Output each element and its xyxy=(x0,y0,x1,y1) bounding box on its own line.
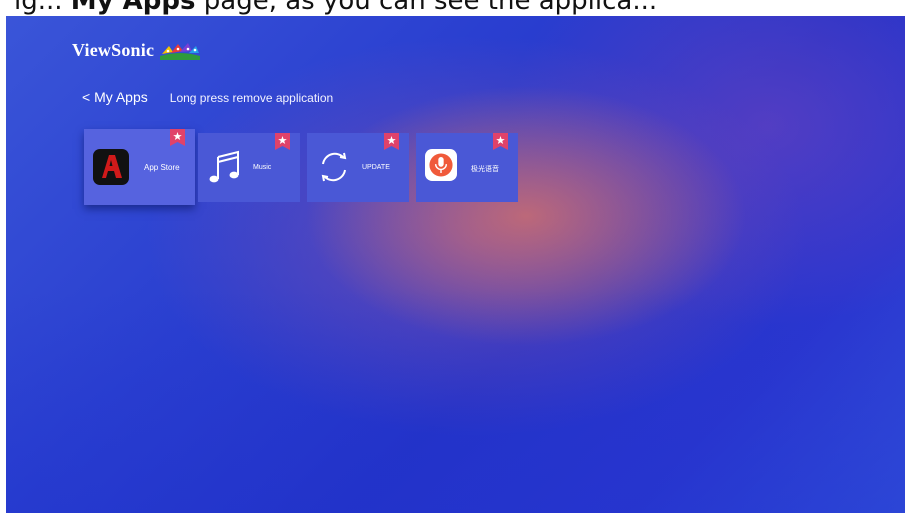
voice-mic-icon xyxy=(425,149,457,181)
music-note-icon xyxy=(209,150,239,183)
caption-after: page, as you can see the applica... xyxy=(195,0,658,16)
favorite-badge-icon xyxy=(384,133,399,150)
header-row: < My Apps Long press remove application xyxy=(82,89,333,105)
remove-hint-text: Long press remove application xyxy=(169,91,334,105)
app-label: Music xyxy=(253,164,272,171)
back-to-my-apps-link[interactable]: < My Apps xyxy=(82,89,148,105)
favorite-badge-icon xyxy=(493,133,508,150)
app-tile-music[interactable]: Music xyxy=(198,133,300,202)
brand-logo: ViewSonic xyxy=(72,40,202,61)
app-tile-voice[interactable]: 极光语音 xyxy=(416,133,518,202)
caption-bold: My Apps xyxy=(70,0,196,16)
app-label: UPDATE xyxy=(362,164,390,171)
app-label: 极光语音 xyxy=(471,166,499,173)
viewsonic-birds-icon xyxy=(160,42,201,60)
update-sync-icon xyxy=(321,152,347,182)
app-label: App Store xyxy=(144,163,180,172)
favorite-badge-icon xyxy=(275,133,290,150)
projector-home-screen: ViewSonic < My Apps Long press remove ap… xyxy=(6,16,905,513)
document-caption: ig... My Apps page, as you can see the a… xyxy=(0,0,905,16)
page: ig... My Apps page, as you can see the a… xyxy=(0,0,905,513)
caption-before: ig... xyxy=(14,0,71,16)
brand-name: ViewSonic xyxy=(72,40,155,60)
app-store-icon xyxy=(93,149,129,185)
app-tile-app-store[interactable]: App Store xyxy=(84,129,195,205)
app-tile-update[interactable]: UPDATE xyxy=(307,133,409,202)
favorite-badge-icon xyxy=(170,129,185,146)
